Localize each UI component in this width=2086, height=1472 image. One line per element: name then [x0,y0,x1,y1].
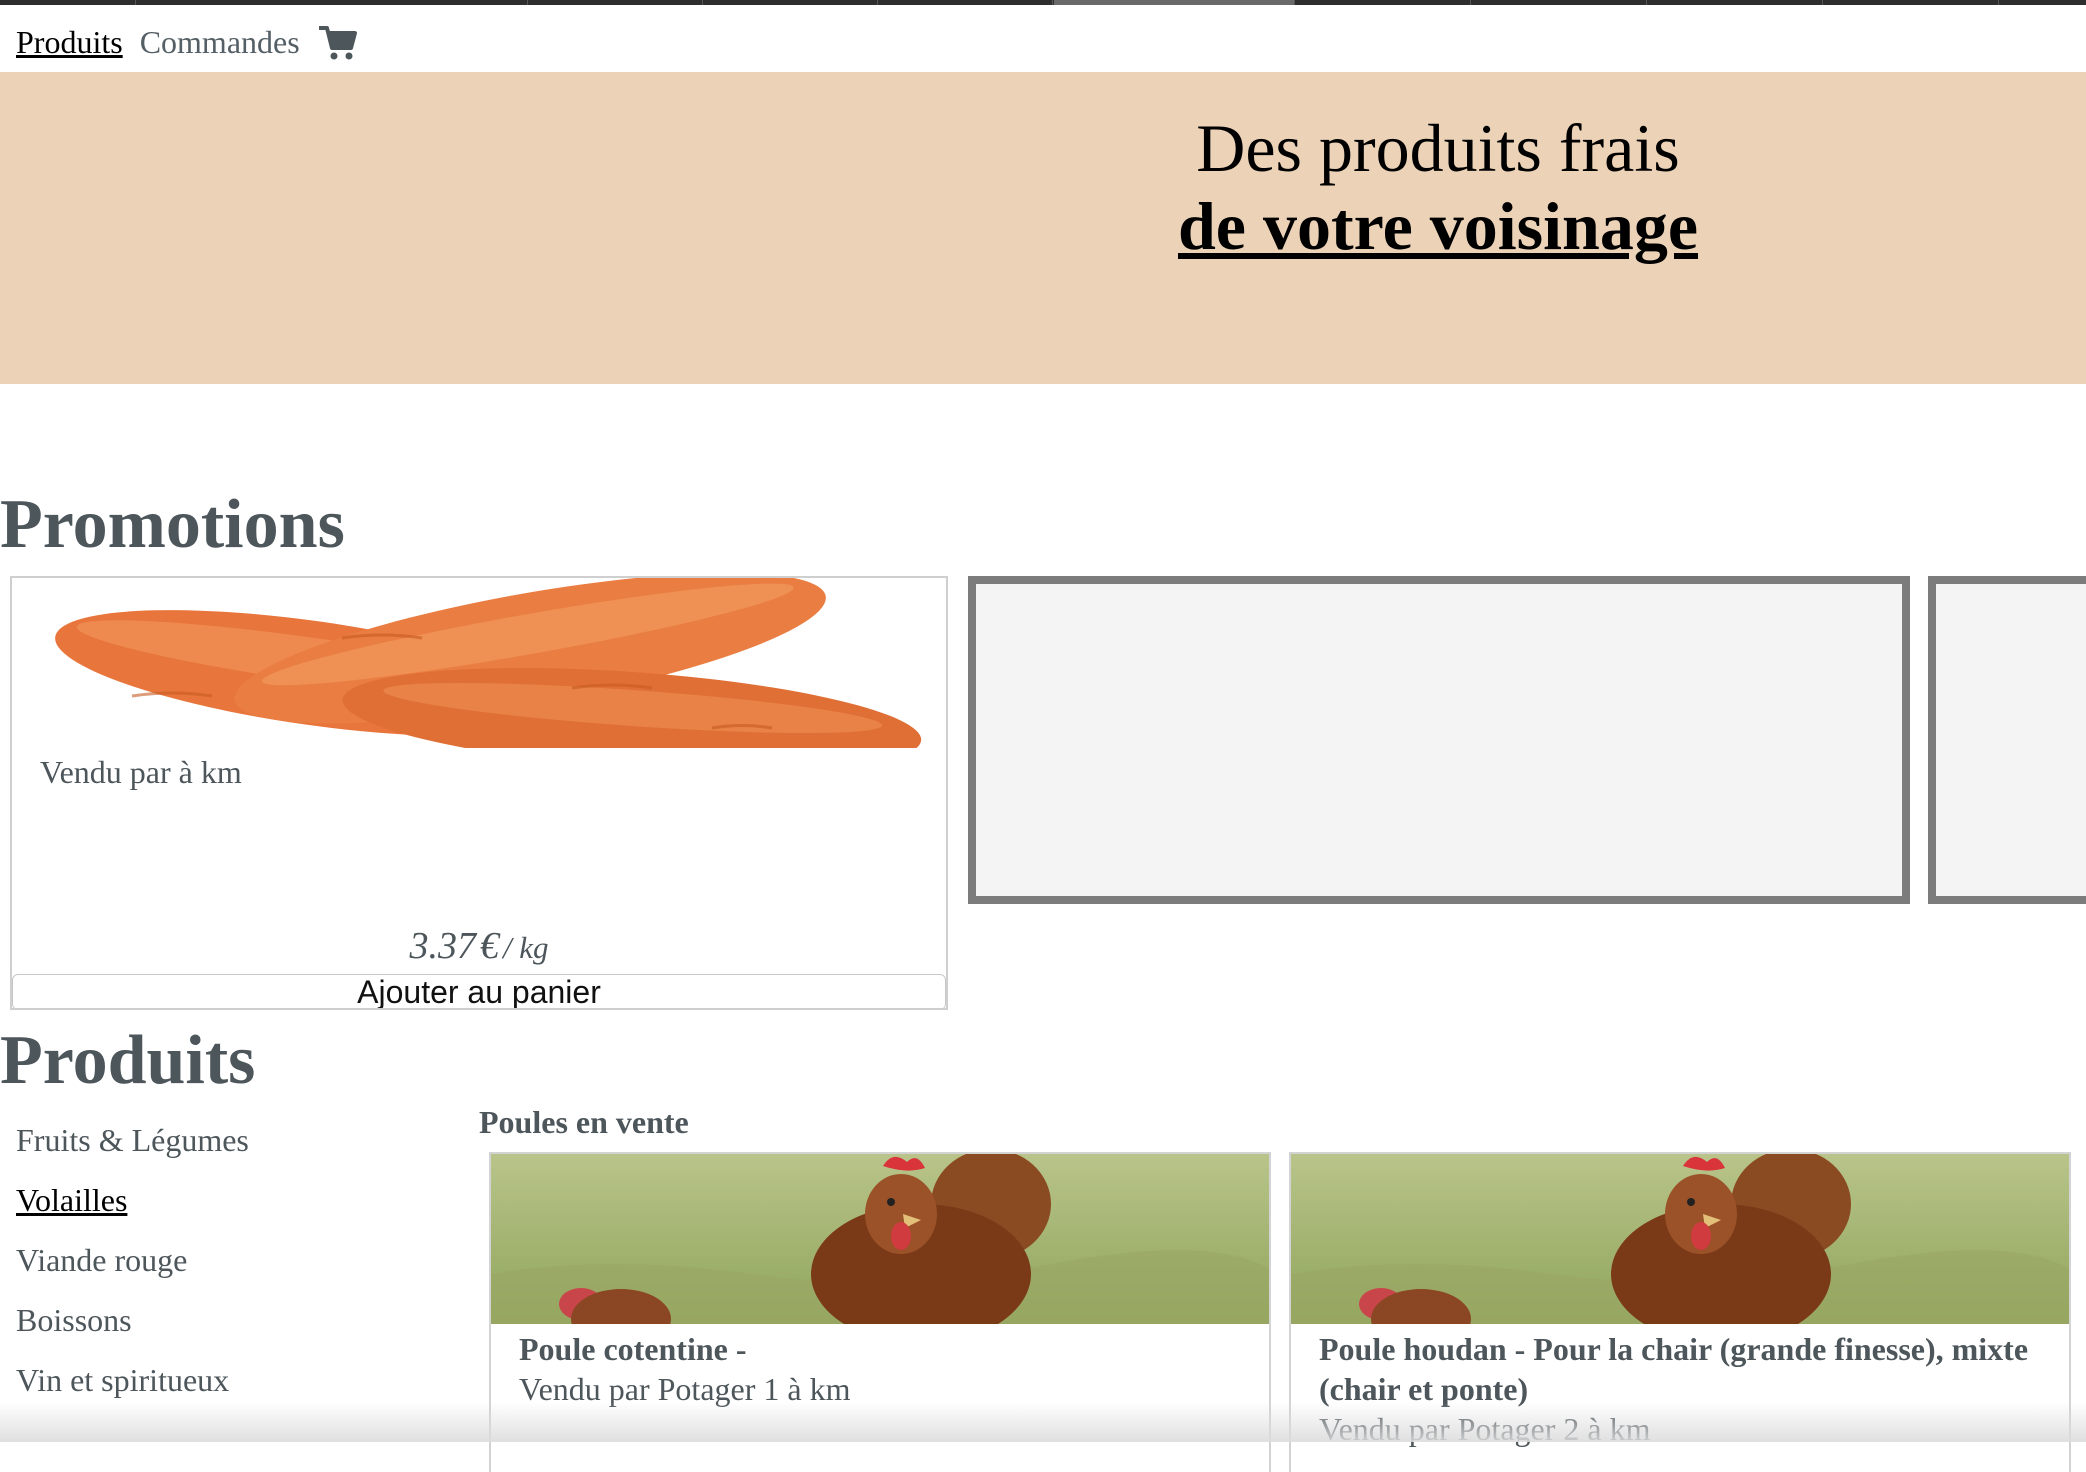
tab-strip-segment-active [1054,0,1295,5]
promotions-heading: Promotions [0,486,345,563]
shopping-cart-icon[interactable] [317,22,357,62]
nav-link-produits[interactable]: Produits [16,24,123,61]
product-name: Poule houdan - Pour la chair (grande fin… [1319,1331,2029,1407]
price-unit: / kg [502,930,549,965]
hero-subtitle-link[interactable]: de votre voisinage [1078,186,1798,266]
tab-strip-segment [877,0,1053,5]
product-card[interactable]: Poule houdan - Pour la chair (grande fin… [1289,1152,2071,1472]
tab-strip-segment [527,0,703,5]
tab-strip-segment [1646,0,1823,5]
product-info: Poule cotentine - Vendu par Potager 1 à … [519,1329,1249,1409]
promotion-card-placeholder [1928,576,2086,904]
tab-strip-segment [135,0,528,5]
price-currency: € [479,925,499,967]
tab-strip-segment [1822,0,1999,5]
promotion-card: Vendu par à km 3.37 € / kg Ajouter au pa… [10,576,948,1010]
product-info: Poule houdan - Pour la chair (grande fin… [1319,1329,2049,1449]
tab-strip-segment [1470,0,1647,5]
section-title: Poules en vente [479,1104,689,1140]
promotion-price: 3.37 € / kg [12,924,946,968]
product-seller: Vendu par Potager 2 à km [1319,1411,1651,1447]
category-volailles[interactable]: Volailles [16,1178,249,1238]
browser-tab-strip [0,0,2086,5]
tab-strip-segment [1294,0,1471,5]
category-viande-rouge[interactable]: Viande rouge [16,1238,249,1298]
main-navigation: Produits Commandes [16,20,357,64]
hens-image [1291,1154,2069,1324]
promotion-card-placeholder [968,576,1910,904]
tab-strip-segment [702,0,878,5]
category-fruits-legumes[interactable]: Fruits & Légumes [16,1118,249,1178]
products-heading: Produits [0,1022,256,1099]
promotion-seller: Vendu par à km [40,754,242,790]
price-amount: 3.37 [409,925,476,967]
category-list: Fruits & Légumes Volailles Viande rouge … [16,1118,249,1418]
hero-banner: Des produits frais de votre voisinage [0,72,2086,384]
category-boissons[interactable]: Boissons [16,1298,249,1358]
carrots-image [12,578,946,748]
product-card[interactable]: Poule cotentine - Vendu par Potager 1 à … [489,1152,1271,1472]
product-name: Poule cotentine - [519,1331,747,1367]
nav-link-commandes[interactable]: Commandes [140,24,300,61]
hero-title: Des produits frais [1196,110,1680,186]
category-vin-spiritueux[interactable]: Vin et spiritueux [16,1358,249,1418]
tab-strip-segment [0,0,136,5]
add-to-cart-button[interactable]: Ajouter au panier [12,974,946,1008]
product-seller: Vendu par Potager 1 à km [519,1371,851,1407]
hens-image [491,1154,1269,1324]
